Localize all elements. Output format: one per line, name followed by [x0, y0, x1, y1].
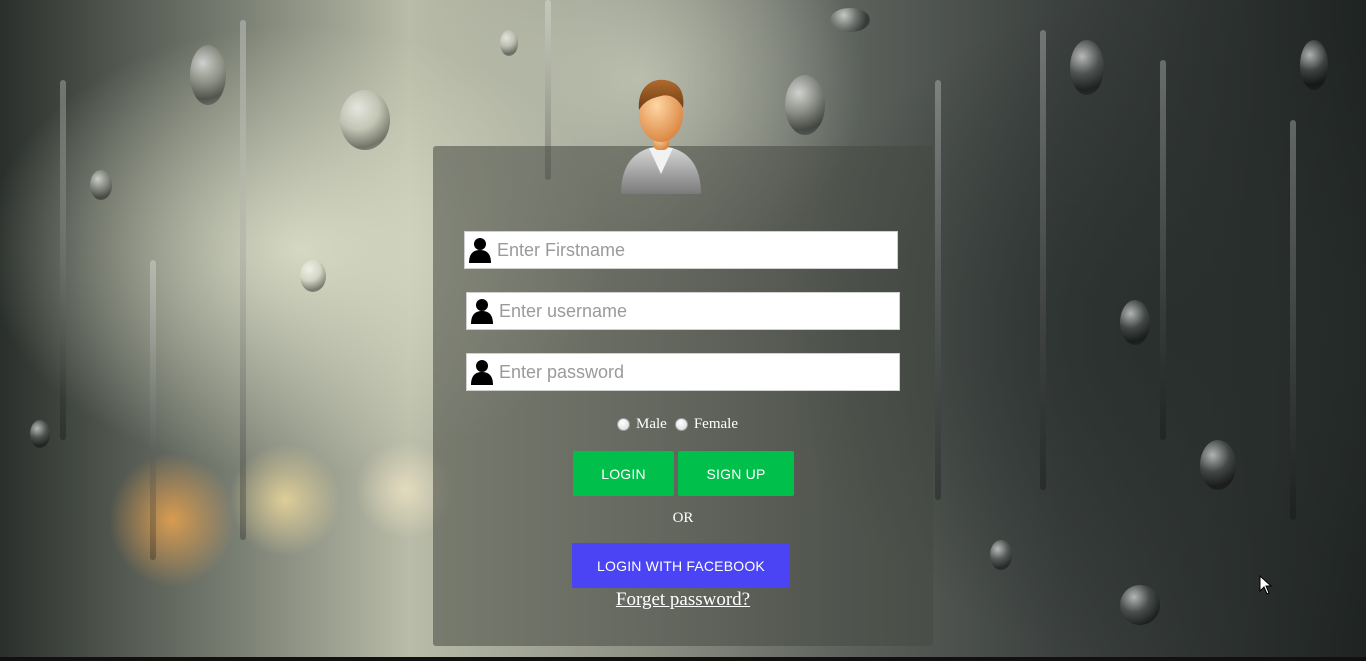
- rain-drop: [190, 45, 226, 105]
- login-button[interactable]: LOGIN: [573, 451, 674, 496]
- firstname-input[interactable]: [495, 233, 897, 267]
- rain-streak: [240, 20, 246, 540]
- facebook-login-button[interactable]: LOGIN WITH FACEBOOK: [572, 543, 790, 588]
- forgot-password-link[interactable]: Forget password?: [600, 589, 766, 611]
- user-icon: [467, 293, 497, 329]
- firstname-field: [464, 231, 898, 269]
- rain-drop: [1070, 40, 1104, 95]
- rain-drop: [90, 170, 112, 200]
- rain-drop: [500, 30, 518, 56]
- mouse-cursor-icon: [1259, 575, 1273, 595]
- rain-drop: [830, 8, 870, 32]
- female-label: Female: [693, 415, 738, 432]
- or-separator: OR: [672, 510, 694, 526]
- rain-drop: [30, 420, 50, 448]
- female-radio[interactable]: [674, 417, 688, 431]
- gender-radio-group: Male Female: [617, 414, 738, 434]
- rain-streak: [150, 260, 156, 560]
- user-icon: [467, 354, 497, 390]
- male-radio[interactable]: [617, 417, 630, 431]
- rain-streak: [1040, 30, 1046, 490]
- rain-streak: [60, 80, 66, 440]
- rain-streak: [935, 80, 941, 500]
- rain-drop: [1120, 300, 1150, 345]
- rain-streak: [1290, 120, 1296, 520]
- rain-drop: [1300, 40, 1328, 90]
- rain-streak: [1160, 60, 1166, 440]
- rainy-window-background: Male Female LOGIN SIGN UP OR LOGIN WITH …: [0, 0, 1366, 661]
- male-label: Male: [636, 415, 667, 432]
- username-input[interactable]: [497, 294, 899, 328]
- username-field: [466, 292, 900, 330]
- rain-drop: [1120, 585, 1160, 625]
- rain-drop: [340, 90, 390, 150]
- rain-drop: [300, 260, 326, 292]
- user-avatar-icon: [621, 79, 701, 194]
- rain-drop: [785, 75, 825, 135]
- user-icon: [465, 232, 495, 268]
- rain-drop: [990, 540, 1012, 570]
- bottom-edge: [0, 657, 1366, 661]
- rain-drop: [1200, 440, 1236, 490]
- password-field: [466, 353, 900, 391]
- password-input[interactable]: [497, 355, 899, 389]
- signup-button[interactable]: SIGN UP: [678, 451, 794, 496]
